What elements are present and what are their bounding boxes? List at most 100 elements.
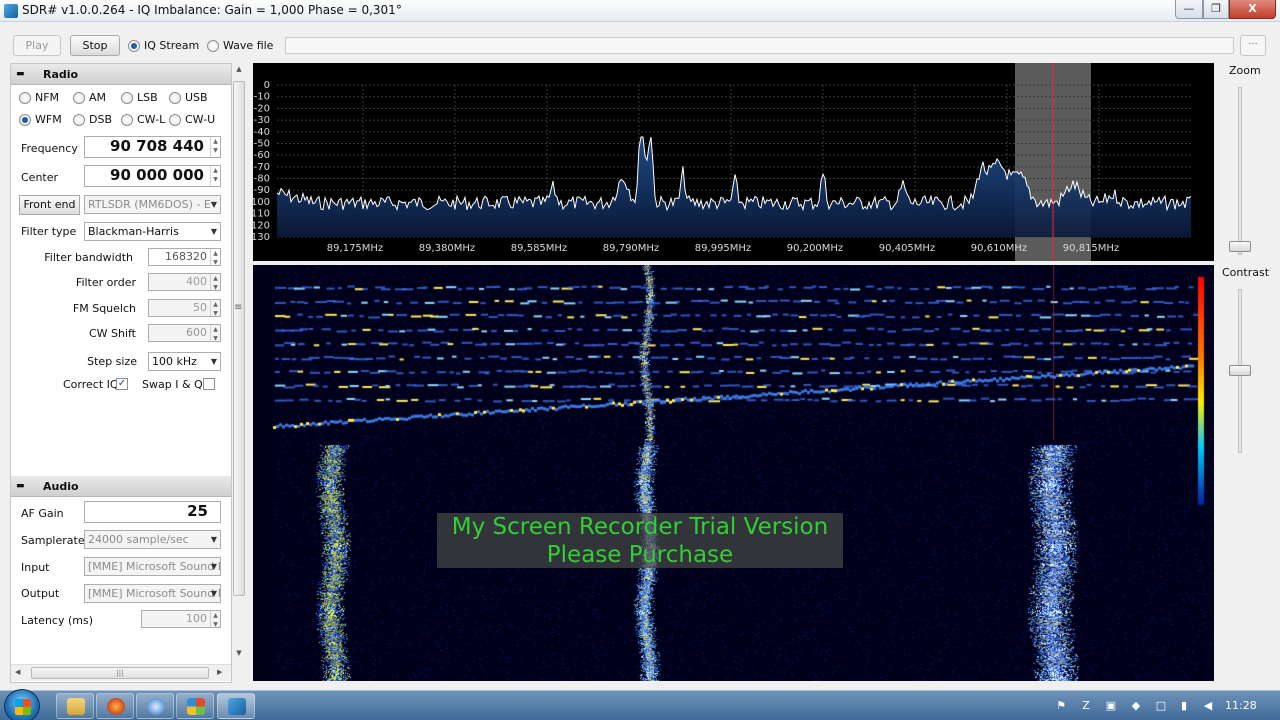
db-tick-label: -120 xyxy=(253,220,270,231)
output-device-select[interactable]: [MME] Microsoft Sound I ▼ xyxy=(84,584,221,603)
filter-order-input[interactable]: 400 ▲ ▼ xyxy=(148,273,221,291)
center-value: 90 000 000 xyxy=(110,166,204,184)
wave-file-path-input[interactable] xyxy=(285,37,1234,54)
filter-bandwidth-input[interactable]: 168320 ▲ ▼ xyxy=(148,248,221,266)
latency-input[interactable]: 100 ▲ ▼ xyxy=(141,610,221,628)
radio-header-label: Radio xyxy=(43,68,79,81)
af-gain-input[interactable]: 25 xyxy=(84,501,221,523)
correct-iq-checkbox[interactable]: ✓ xyxy=(116,378,128,390)
sdr-app-icon xyxy=(228,698,246,715)
minimize-button[interactable]: — xyxy=(1175,0,1203,19)
maximize-button[interactable]: ❐ xyxy=(1203,0,1229,19)
iq-stream-radio[interactable]: IQ Stream xyxy=(128,39,199,52)
spectrum-analyzer[interactable]: 0-10-20-30-40-50-60-70-80-90-100-110-120… xyxy=(247,63,1214,261)
step-size-select[interactable]: 100 kHz ▼ xyxy=(148,352,221,371)
waterfall-display[interactable] xyxy=(253,265,1214,681)
dropdown-arrow-icon: ▼ xyxy=(210,562,217,571)
radio-section-header[interactable]: ▬ Radio xyxy=(11,64,231,85)
contrast-slider-thumb[interactable] xyxy=(1229,365,1251,376)
af-gain-value: 25 xyxy=(187,502,208,520)
spin-arrows-icon[interactable]: ▲ ▼ xyxy=(210,249,220,266)
mode-radio-dsb[interactable]: DSB xyxy=(73,113,112,126)
wave-file-radio[interactable]: Wave file xyxy=(207,39,273,52)
filter-bandwidth-value: 168320 xyxy=(165,250,207,263)
cw-shift-input[interactable]: 600 ▲ ▼ xyxy=(148,324,221,342)
front-end-button[interactable]: Front end xyxy=(19,195,80,215)
window-title: SDR# v1.0.0.264 - IQ Imbalance: Gain = 1… xyxy=(22,3,402,17)
volume-icon[interactable]: ◀ xyxy=(1202,700,1214,712)
audio-section-header[interactable]: ▬ Audio xyxy=(11,476,231,497)
close-button[interactable]: X xyxy=(1229,0,1276,19)
samplerate-select[interactable]: 24000 sample/sec ▼ xyxy=(84,530,221,549)
network-device-icon[interactable]: ▣ xyxy=(1105,700,1117,712)
fm-squelch-value: 50 xyxy=(193,301,207,314)
input-label: Input xyxy=(21,561,50,574)
play-button[interactable]: Play xyxy=(13,35,61,56)
freq-tick-label: 89,585MHz xyxy=(511,243,567,254)
front-end-select[interactable]: RTLSDR (MM6DOS) - E ▼ xyxy=(84,195,221,214)
front-end-value: RTLSDR (MM6DOS) - E xyxy=(88,198,211,211)
db-tick-label: -60 xyxy=(254,150,270,161)
zoom-slider-thumb[interactable] xyxy=(1229,241,1251,252)
mode-label: AM xyxy=(89,91,107,104)
scroll-left-icon[interactable]: ◀ xyxy=(15,668,20,676)
scroll-down-icon[interactable]: ▼ xyxy=(232,649,246,663)
taskbar-app4[interactable] xyxy=(176,693,214,719)
spectrum-plot[interactable]: 0-10-20-30-40-50-60-70-80-90-100-110-120… xyxy=(247,63,1214,261)
taskbar-firefox[interactable] xyxy=(96,693,134,719)
mode-radio-wfm[interactable]: WFM xyxy=(19,113,62,126)
spin-arrows-icon[interactable]: ▲ ▼ xyxy=(210,325,220,342)
dropdown-arrow-icon: ▼ xyxy=(210,357,217,366)
waterfall-canvas[interactable] xyxy=(253,265,1214,681)
scroll-right-icon[interactable]: ▶ xyxy=(217,668,222,676)
collapse-icon[interactable]: ▬ xyxy=(16,64,25,85)
spin-arrows-icon[interactable]: ▲ ▼ xyxy=(210,274,220,291)
mode-radio-nfm[interactable]: NFM xyxy=(19,91,59,104)
input-device-select[interactable]: [MME] Microsoft Sound I ▼ xyxy=(84,557,221,576)
latency-label: Latency (ms) xyxy=(21,614,94,627)
output-device-value: [MME] Microsoft Sound I xyxy=(88,587,221,600)
filter-type-select[interactable]: Blackman-Harris ▼ xyxy=(84,222,221,241)
collapse-icon[interactable]: ▬ xyxy=(16,476,25,497)
center-input[interactable]: 90 000 000 ▲ ▼ xyxy=(84,165,221,187)
iq-stream-label: IQ Stream xyxy=(144,39,200,52)
stop-button[interactable]: Stop xyxy=(70,35,120,56)
scroll-up-icon[interactable]: ▲ xyxy=(232,65,246,79)
mode-label: WFM xyxy=(35,113,62,126)
taskbar-explorer[interactable] xyxy=(56,693,94,719)
mode-radio-lsb[interactable]: LSB xyxy=(121,91,158,104)
hscrollbar-thumb[interactable]: ||| xyxy=(31,667,209,679)
scrollbar-thumb[interactable] xyxy=(233,81,245,596)
mode-radio-usb[interactable]: USB xyxy=(169,91,208,104)
browse-button[interactable]: ... xyxy=(1240,35,1266,56)
start-button[interactable] xyxy=(4,689,40,720)
spin-arrows-icon[interactable]: ▲ ▼ xyxy=(210,166,220,186)
mode-radio-cw-u[interactable]: CW-U xyxy=(169,113,215,126)
mode-radio-am[interactable]: AM xyxy=(73,91,106,104)
settings-hscrollbar[interactable]: ◀ ||| ▶ xyxy=(11,664,231,681)
flag-icon[interactable]: ⚑ xyxy=(1055,700,1067,712)
splitter-grip-icon[interactable]: ≡ xyxy=(234,302,242,313)
frequency-input[interactable]: 90 708 440 ▲ ▼ xyxy=(84,136,221,158)
clock[interactable]: 11:28 xyxy=(1225,699,1257,712)
taskbar-app3[interactable] xyxy=(136,693,174,719)
spin-arrows-icon[interactable]: ▲ ▼ xyxy=(210,300,220,317)
taskbar-sdrsharp[interactable] xyxy=(217,693,255,719)
spin-arrows-icon[interactable]: ▲ ▼ xyxy=(210,137,220,157)
swap-iq-checkbox[interactable] xyxy=(203,378,215,390)
zoom-slider-track[interactable] xyxy=(1238,87,1242,255)
window-icon[interactable]: □ xyxy=(1155,700,1167,712)
firefox-icon xyxy=(107,698,125,715)
fm-squelch-input[interactable]: 50 ▲ ▼ xyxy=(148,299,221,317)
globe-icon xyxy=(147,698,165,715)
shield-icon[interactable]: ◆ xyxy=(1130,700,1142,712)
db-tick-label: -130 xyxy=(253,232,270,243)
dropdown-arrow-icon: ▼ xyxy=(210,227,217,236)
language-icon[interactable]: Z xyxy=(1080,700,1092,712)
signal-icon[interactable]: ▮ xyxy=(1178,700,1190,712)
mode-radio-cw-l[interactable]: CW-L xyxy=(121,113,165,126)
windows-logo-icon xyxy=(15,699,31,715)
settings-scrollbar[interactable]: ▲ ▼ xyxy=(232,63,246,683)
cw-shift-value: 600 xyxy=(186,326,207,339)
spin-arrows-icon[interactable]: ▲ ▼ xyxy=(210,611,220,628)
